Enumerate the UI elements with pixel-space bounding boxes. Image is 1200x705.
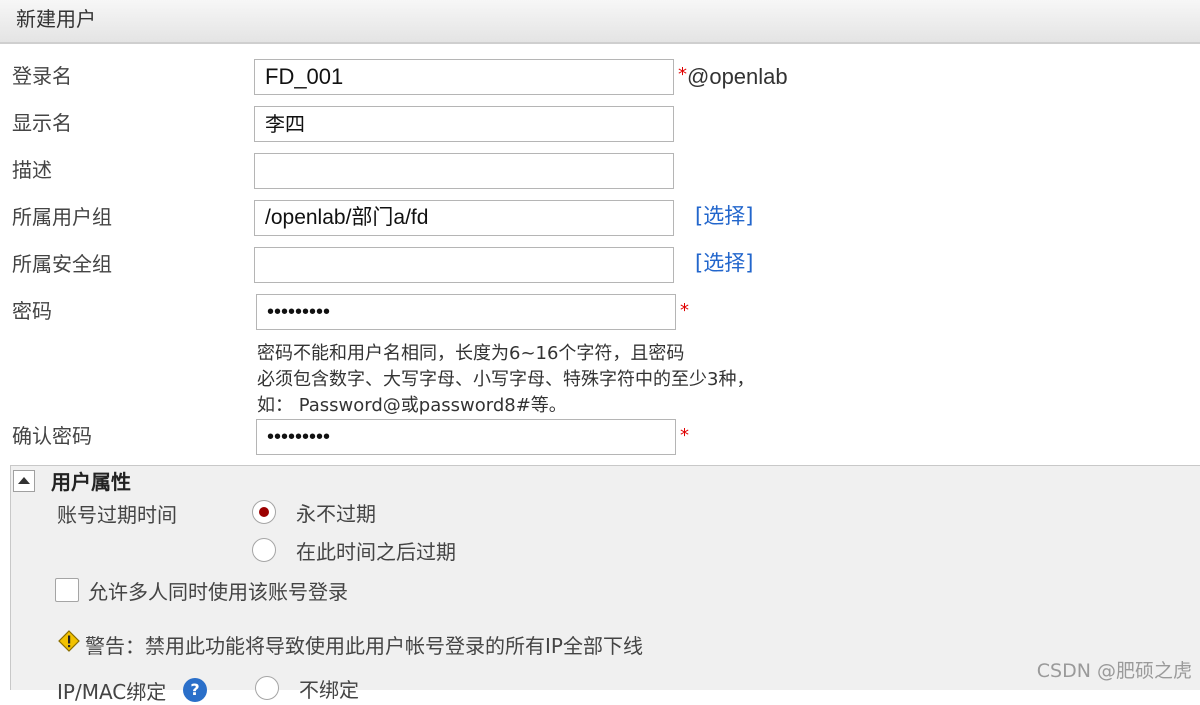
expiry-never-label: 永不过期 bbox=[296, 502, 376, 526]
multi-login-label: 允许多人同时使用该账号登录 bbox=[88, 580, 348, 604]
security-group-select-link[interactable]: [选择] bbox=[695, 247, 753, 277]
dialog-title-bar: 新建用户 bbox=[0, 0, 1200, 44]
multi-login-checkbox[interactable] bbox=[55, 578, 79, 602]
password-input[interactable]: ••••••••• bbox=[256, 294, 676, 330]
display-name-input[interactable]: 李四 bbox=[254, 106, 674, 142]
warning-text: 警告：禁用此功能将导致使用此用户帐号登录的所有IP全部下线 bbox=[85, 634, 643, 658]
description-input[interactable] bbox=[254, 153, 674, 189]
login-name-label: 登录名 bbox=[12, 64, 72, 88]
confirm-password-input[interactable]: ••••••••• bbox=[256, 419, 676, 455]
expiry-after-time-label: 在此时间之后过期 bbox=[296, 540, 456, 564]
password-hint-line-1: 密码不能和用户名相同，长度为6~16个字符，且密码 bbox=[257, 343, 685, 364]
password-label: 密码 bbox=[12, 299, 52, 323]
security-group-input[interactable] bbox=[254, 247, 674, 283]
ip-mac-binding-label: IP/MAC绑定 bbox=[57, 680, 167, 704]
login-name-input[interactable]: FD_001 bbox=[254, 59, 674, 95]
warning-icon bbox=[58, 630, 80, 652]
expiry-after-time-radio[interactable] bbox=[252, 538, 276, 562]
user-attributes-title: 用户属性 bbox=[51, 470, 131, 494]
no-binding-radio[interactable] bbox=[255, 676, 279, 700]
login-name-domain-suffix: @openlab bbox=[687, 64, 788, 89]
dialog-title: 新建用户 bbox=[16, 7, 96, 31]
account-expiry-label: 账号过期时间 bbox=[57, 503, 177, 527]
password-hint-line-2: 必须包含数字、大写字母、小写字母、特殊字符中的至少3种， bbox=[257, 369, 755, 390]
watermark: CSDN @肥硕之虎 bbox=[1036, 660, 1192, 682]
user-group-select-link[interactable]: [选择] bbox=[695, 200, 753, 230]
password-required-mark: * bbox=[680, 300, 689, 321]
password-hint-line-3: 如： Password@或password8#等。 bbox=[257, 395, 567, 416]
collapse-toggle-icon[interactable] bbox=[13, 470, 35, 492]
user-group-input[interactable]: /openlab/部门a/fd bbox=[254, 200, 674, 236]
user-group-label: 所属用户组 bbox=[12, 205, 112, 229]
security-group-label: 所属安全组 bbox=[12, 252, 112, 276]
confirm-password-required-mark: * bbox=[680, 425, 689, 446]
confirm-password-label: 确认密码 bbox=[12, 424, 92, 448]
password-hint: 密码不能和用户名相同，长度为6~16个字符，且密码 必须包含数字、大写字母、小写… bbox=[257, 341, 754, 419]
description-label: 描述 bbox=[12, 158, 52, 182]
login-name-required-mark: * bbox=[678, 64, 687, 85]
display-name-label: 显示名 bbox=[12, 111, 72, 135]
user-attributes-section: 用户属性 账号过期时间 永不过期 在此时间之后过期 允许多人同时使用该账号登录 … bbox=[10, 465, 1200, 704]
expiry-never-radio[interactable] bbox=[252, 500, 276, 524]
help-info-icon[interactable]: ? bbox=[183, 678, 207, 702]
